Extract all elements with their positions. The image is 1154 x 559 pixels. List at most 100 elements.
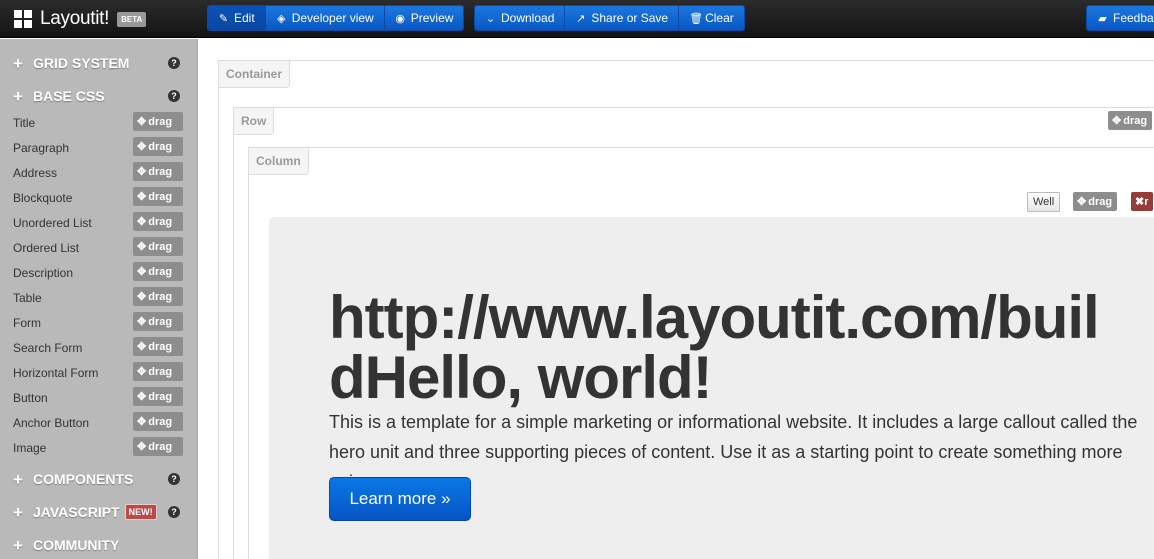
sidebar-item: Unordered List ✥ drag bbox=[0, 211, 198, 236]
sidebar-item: Form ✥ drag bbox=[0, 311, 198, 336]
help-icon[interactable]: ? bbox=[168, 90, 180, 102]
sidebar-item-label: Paragraph bbox=[13, 141, 70, 155]
sidebar-item-label: Button bbox=[13, 391, 48, 405]
drag-handle[interactable]: ✥ drag bbox=[133, 312, 183, 331]
move-icon: ✥ bbox=[137, 166, 147, 178]
clear-button[interactable]: 🗑 Clear bbox=[679, 6, 744, 30]
brand-name: Layoutit! bbox=[40, 8, 110, 29]
sidebar-item: Address ✥ drag bbox=[0, 161, 198, 186]
remove-button[interactable]: ✖ r bbox=[1131, 192, 1153, 211]
row-drag-handle[interactable]: ✥ drag bbox=[1108, 111, 1153, 130]
move-icon: ✥ bbox=[137, 141, 147, 153]
sidebar-item-label: Blockquote bbox=[13, 191, 73, 205]
sidebar-item-label: Title bbox=[13, 116, 36, 130]
beta-badge: BETA bbox=[117, 11, 147, 27]
container-label: Container bbox=[218, 60, 291, 88]
help-icon[interactable]: ? bbox=[168, 57, 180, 69]
drag-handle[interactable]: ✥ drag bbox=[133, 187, 183, 206]
sidebar-item: Title ✥ drag bbox=[0, 111, 198, 136]
action-button-group: ⌄ Download ↗ Share or Save 🗑 Clear bbox=[474, 5, 745, 31]
sidebar: + GRID SYSTEM ? + BASE CSS ? Title ✥ drag P… bbox=[0, 39, 198, 559]
sidebar-item-label: Table bbox=[13, 291, 42, 305]
help-icon[interactable]: ? bbox=[168, 473, 180, 485]
sidebar-item-label: Form bbox=[13, 316, 41, 330]
plus-icon: + bbox=[13, 469, 23, 489]
eye-code-icon: ◈ bbox=[276, 12, 286, 25]
move-icon: ✥ bbox=[137, 316, 147, 328]
close-icon: ✖ bbox=[1135, 196, 1145, 208]
move-icon: ✥ bbox=[137, 191, 147, 203]
preview-button[interactable]: ◉ Preview bbox=[384, 6, 464, 30]
move-icon: ✥ bbox=[137, 416, 147, 428]
sidebar-item-label: Search Form bbox=[13, 341, 83, 355]
section-javascript[interactable]: + JAVASCRIPT NEW! ? bbox=[0, 500, 198, 524]
drag-handle[interactable]: ✥ drag bbox=[133, 412, 183, 431]
section-grid-system[interactable]: + GRID SYSTEM ? bbox=[0, 51, 198, 75]
drag-handle[interactable]: ✥ drag bbox=[133, 337, 183, 356]
sidebar-item-label: Unordered List bbox=[13, 216, 92, 230]
move-icon: ✥ bbox=[137, 366, 147, 378]
section-community[interactable]: + COMMUNITY bbox=[0, 533, 198, 557]
feedback-button[interactable]: ▰ Feedba bbox=[1087, 6, 1154, 30]
move-icon: ✥ bbox=[137, 216, 147, 228]
move-icon: ✥ bbox=[137, 116, 147, 128]
move-icon: ✥ bbox=[137, 391, 147, 403]
chevron-down-icon: ⌄ bbox=[485, 12, 496, 25]
download-button[interactable]: ⌄ Download bbox=[475, 6, 566, 30]
developer-view-button[interactable]: ◈ Developer view bbox=[265, 6, 385, 30]
sidebar-item: Button ✥ drag bbox=[0, 386, 198, 411]
hero-unit: http://www.layoutit.com/buildHello, worl… bbox=[269, 217, 1154, 559]
well-toggle-button[interactable]: Well bbox=[1027, 192, 1061, 212]
drag-handle[interactable]: ✥ drag bbox=[133, 287, 183, 306]
section-components[interactable]: + COMPONENTS ? bbox=[0, 467, 198, 491]
drag-handle[interactable]: ✥ drag bbox=[133, 262, 183, 281]
drag-handle[interactable]: ✥ drag bbox=[133, 362, 183, 381]
help-icon[interactable]: ? bbox=[168, 506, 180, 518]
edit-button[interactable]: ✎ Edit bbox=[208, 6, 266, 30]
plus-icon: + bbox=[13, 502, 23, 522]
move-icon: ✥ bbox=[137, 266, 147, 278]
move-icon: ✥ bbox=[137, 291, 147, 303]
move-icon: ✥ bbox=[1077, 196, 1087, 208]
new-badge: NEW! bbox=[124, 504, 157, 520]
sidebar-item: Table ✥ drag bbox=[0, 286, 198, 311]
move-icon: ✥ bbox=[137, 441, 147, 453]
top-navbar: Layoutit! BETA ✎ Edit ◈ Developer view ◉… bbox=[0, 0, 1154, 38]
feedback-button-group: ▰ Feedba bbox=[1086, 5, 1154, 31]
sidebar-item-label: Address bbox=[13, 166, 58, 180]
mode-button-group: ✎ Edit ◈ Developer view ◉ Preview bbox=[207, 5, 465, 31]
learn-more-button[interactable]: Learn more » bbox=[329, 477, 471, 521]
drag-handle[interactable]: ✥ drag bbox=[133, 237, 183, 256]
column-drag-handle[interactable]: ✥ drag bbox=[1073, 192, 1118, 211]
drag-handle[interactable]: ✥ drag bbox=[133, 112, 183, 131]
share-icon: ↗ bbox=[576, 12, 586, 25]
brand[interactable]: Layoutit! BETA bbox=[14, 0, 147, 38]
section-base-css[interactable]: + BASE CSS ? bbox=[0, 84, 198, 108]
plus-icon: + bbox=[13, 53, 23, 73]
hero-title: http://www.layoutit.com/buildHello, worl… bbox=[329, 284, 1100, 411]
drag-handle[interactable]: ✥ drag bbox=[133, 162, 183, 181]
move-icon: ✥ bbox=[137, 341, 147, 353]
sidebar-item: Description ✥ drag bbox=[0, 261, 198, 286]
move-icon: ✥ bbox=[1112, 115, 1122, 127]
row-label: Row bbox=[233, 107, 275, 135]
sidebar-item: Anchor Button ✥ drag bbox=[0, 411, 198, 436]
sidebar-item: Image ✥ drag bbox=[0, 436, 198, 461]
plus-icon: + bbox=[13, 535, 23, 555]
sidebar-item: Paragraph ✥ drag bbox=[0, 136, 198, 161]
drag-handle[interactable]: ✥ drag bbox=[133, 387, 183, 406]
sidebar-item-label: Image bbox=[13, 441, 47, 455]
drag-handle[interactable]: ✥ drag bbox=[133, 437, 183, 456]
drag-handle[interactable]: ✥ drag bbox=[133, 137, 183, 156]
sidebar-item: Horizontal Form ✥ drag bbox=[0, 361, 198, 386]
column-label: Column bbox=[248, 147, 309, 175]
edit-icon: ✎ bbox=[218, 12, 229, 25]
sidebar-item: Search Form ✥ drag bbox=[0, 336, 198, 361]
share-save-button[interactable]: ↗ Share or Save bbox=[565, 6, 680, 30]
sidebar-item-label: Anchor Button bbox=[13, 416, 90, 430]
sidebar-item-label: Horizontal Form bbox=[13, 366, 99, 380]
trash-icon: 🗑 bbox=[689, 12, 704, 25]
eye-icon: ◉ bbox=[395, 12, 406, 25]
sidebar-item-label: Ordered List bbox=[13, 241, 80, 255]
drag-handle[interactable]: ✥ drag bbox=[133, 212, 183, 231]
